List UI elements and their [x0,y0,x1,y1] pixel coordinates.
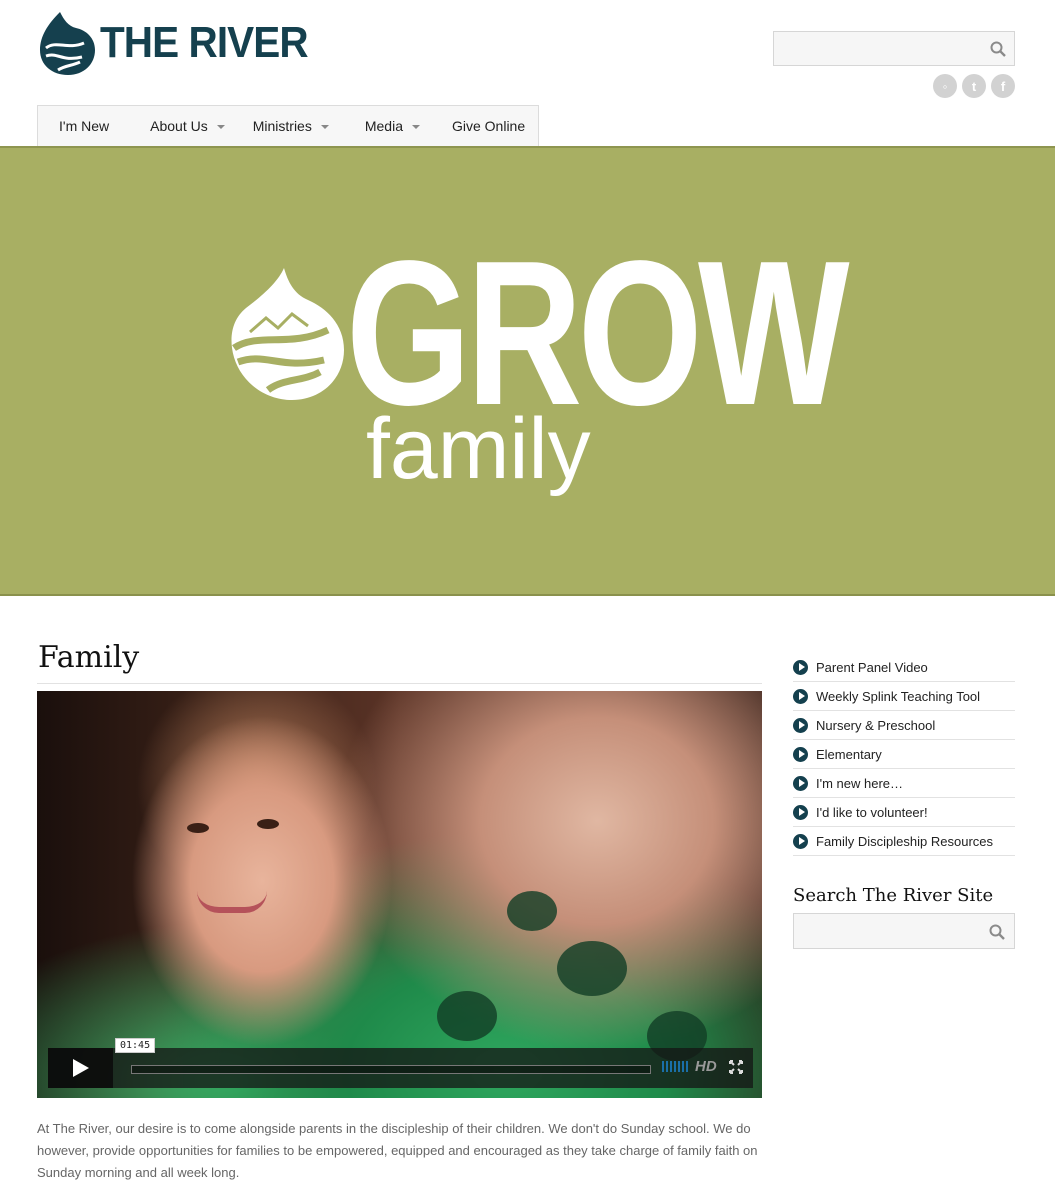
video-progress-bar[interactable] [131,1065,651,1074]
river-drop-icon [40,12,95,75]
hd-toggle[interactable]: HD [695,1058,717,1075]
video-frame-detail [557,941,627,996]
play-circle-icon [793,717,808,733]
play-circle-icon [793,804,808,820]
sidebar-links: Parent Panel Video Weekly Splink Teachin… [793,653,1015,856]
nav-label: I'm New [59,118,110,134]
sidebar-search-input[interactable] [794,914,1014,948]
nav-label: Give Online [451,118,526,134]
sidebar-link-parent-panel-video[interactable]: Parent Panel Video [793,653,1015,682]
sidebar-link-label: I'm new here… [816,775,904,791]
intro-paragraph: At The River, our desire is to come alon… [37,1121,758,1180]
nav-media[interactable]: Media [329,106,420,146]
sidebar-link-im-new-here[interactable]: I'm new here… [793,769,1015,798]
sidebar-link-label: Family Discipleship Resources [816,833,993,849]
volume-control[interactable] [662,1061,688,1072]
sidebar-link-label: I'd like to volunteer! [816,804,928,820]
search-icon[interactable] [989,924,1005,940]
nav-im-new[interactable]: I'm New [38,106,109,146]
sidebar-link-label: Elementary [816,746,882,762]
play-circle-icon [793,746,808,762]
hero-banner: GROW family [0,146,1055,596]
sidebar-link-label: Nursery & Preschool [816,717,936,733]
main-nav: I'm New About Us Ministries Media Give O… [37,105,539,146]
sidebar-link-family-discipleship[interactable]: Family Discipleship Resources [793,827,1015,856]
page-title: Family [38,640,140,675]
video-timecode: 01:45 [115,1038,156,1053]
logo-text: THE RIVER [100,18,309,67]
play-circle-icon [793,833,808,849]
video-frame-detail [507,891,557,931]
header-search-input[interactable] [774,32,1014,65]
play-icon [72,1059,89,1077]
sidebar-link-label: Parent Panel Video [816,659,928,675]
video-frame-detail [437,991,497,1041]
sidebar-search-heading: Search The River Site [793,885,994,906]
video-player[interactable]: 01:45 HD [37,691,762,1098]
caret-down-icon [216,125,225,129]
nav-label: Media [364,118,403,134]
sidebar-link-nursery-preschool[interactable]: Nursery & Preschool [793,711,1015,740]
search-icon[interactable] [990,41,1006,57]
sidebar-link-volunteer[interactable]: I'd like to volunteer! [793,798,1015,827]
nav-about-us[interactable]: About Us [109,106,225,146]
rss-icon[interactable]: ◦ [933,74,957,98]
river-drop-icon [231,268,344,400]
social-links: ◦ t f [933,74,1015,98]
caret-down-icon [411,125,420,129]
header-search[interactable] [773,31,1015,66]
video-frame-detail [257,819,279,829]
facebook-icon[interactable]: f [991,74,1015,98]
play-circle-icon [793,775,808,791]
fullscreen-icon[interactable] [729,1060,743,1074]
nav-ministries[interactable]: Ministries [225,106,329,146]
video-controls: 01:45 HD [48,1038,753,1088]
divider [37,683,762,684]
site-logo[interactable]: THE RIVER [38,10,326,76]
caret-down-icon [320,125,329,129]
nav-label: Ministries [252,118,312,134]
video-frame-detail [187,823,209,833]
play-button[interactable] [48,1048,113,1088]
twitter-icon[interactable]: t [962,74,986,98]
sidebar-link-elementary[interactable]: Elementary [793,740,1015,769]
sidebar-link-label: Weekly Splink Teaching Tool [816,688,981,704]
sidebar-link-weekly-splink[interactable]: Weekly Splink Teaching Tool [793,682,1015,711]
nav-label: About Us [150,118,208,134]
play-circle-icon [793,659,808,675]
sidebar-search[interactable] [793,913,1015,949]
play-circle-icon [793,688,808,704]
banner-subtitle: family [366,401,591,497]
video-frame-detail [197,891,267,913]
nav-give-online[interactable]: Give Online [420,106,525,146]
